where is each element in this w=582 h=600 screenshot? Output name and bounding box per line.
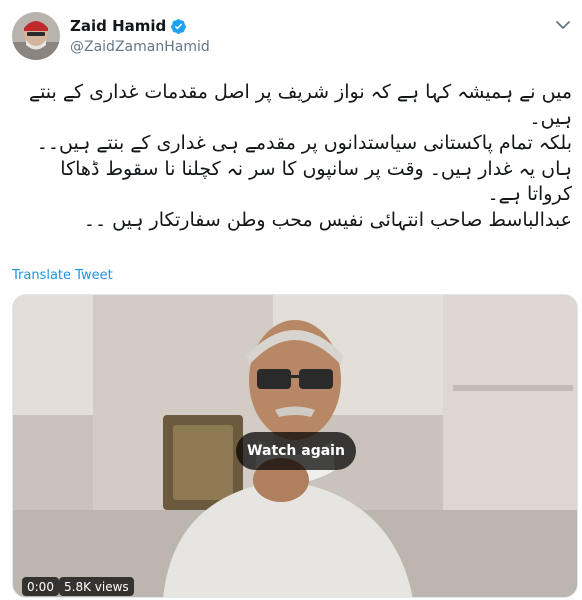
watch-again-button[interactable]: Watch again bbox=[236, 432, 356, 470]
tweet-line: ہاں یہ غدار ہیں۔ وقت پر سانپوں کا سر نہ … bbox=[60, 157, 572, 206]
translate-tweet-link[interactable]: Translate Tweet bbox=[12, 268, 113, 283]
chevron-down-icon[interactable] bbox=[554, 16, 572, 34]
display-name[interactable]: Zaid Hamid bbox=[70, 17, 166, 35]
user-info: Zaid Hamid @ZaidZamanHamid bbox=[70, 16, 210, 55]
display-name-row: Zaid Hamid bbox=[70, 16, 210, 36]
tweet-line: عبدالباسط صاحب انتہائی نفیس محب وطن سفار… bbox=[83, 208, 572, 231]
avatar[interactable] bbox=[12, 12, 60, 60]
verified-badge-icon bbox=[170, 18, 187, 35]
tweet-line: میں نے ہمیشہ کہا ہے کہ نواز شریف پر اصل … bbox=[28, 81, 572, 129]
video-view-count: 5.8K views bbox=[59, 577, 134, 596]
tweet-card: Zaid Hamid @ZaidZamanHamid میں نے ہمیشہ … bbox=[0, 0, 582, 600]
user-handle[interactable]: @ZaidZamanHamid bbox=[70, 39, 210, 55]
tweet-text: میں نے ہمیشہ کہا ہے کہ نواز شریف پر اصل … bbox=[12, 80, 572, 233]
tweet-line: بلکہ تمام پاکستانی سیاستدانوں پر مقدمے ہ… bbox=[36, 132, 572, 154]
video-timestamp: 0:00 bbox=[22, 577, 59, 596]
